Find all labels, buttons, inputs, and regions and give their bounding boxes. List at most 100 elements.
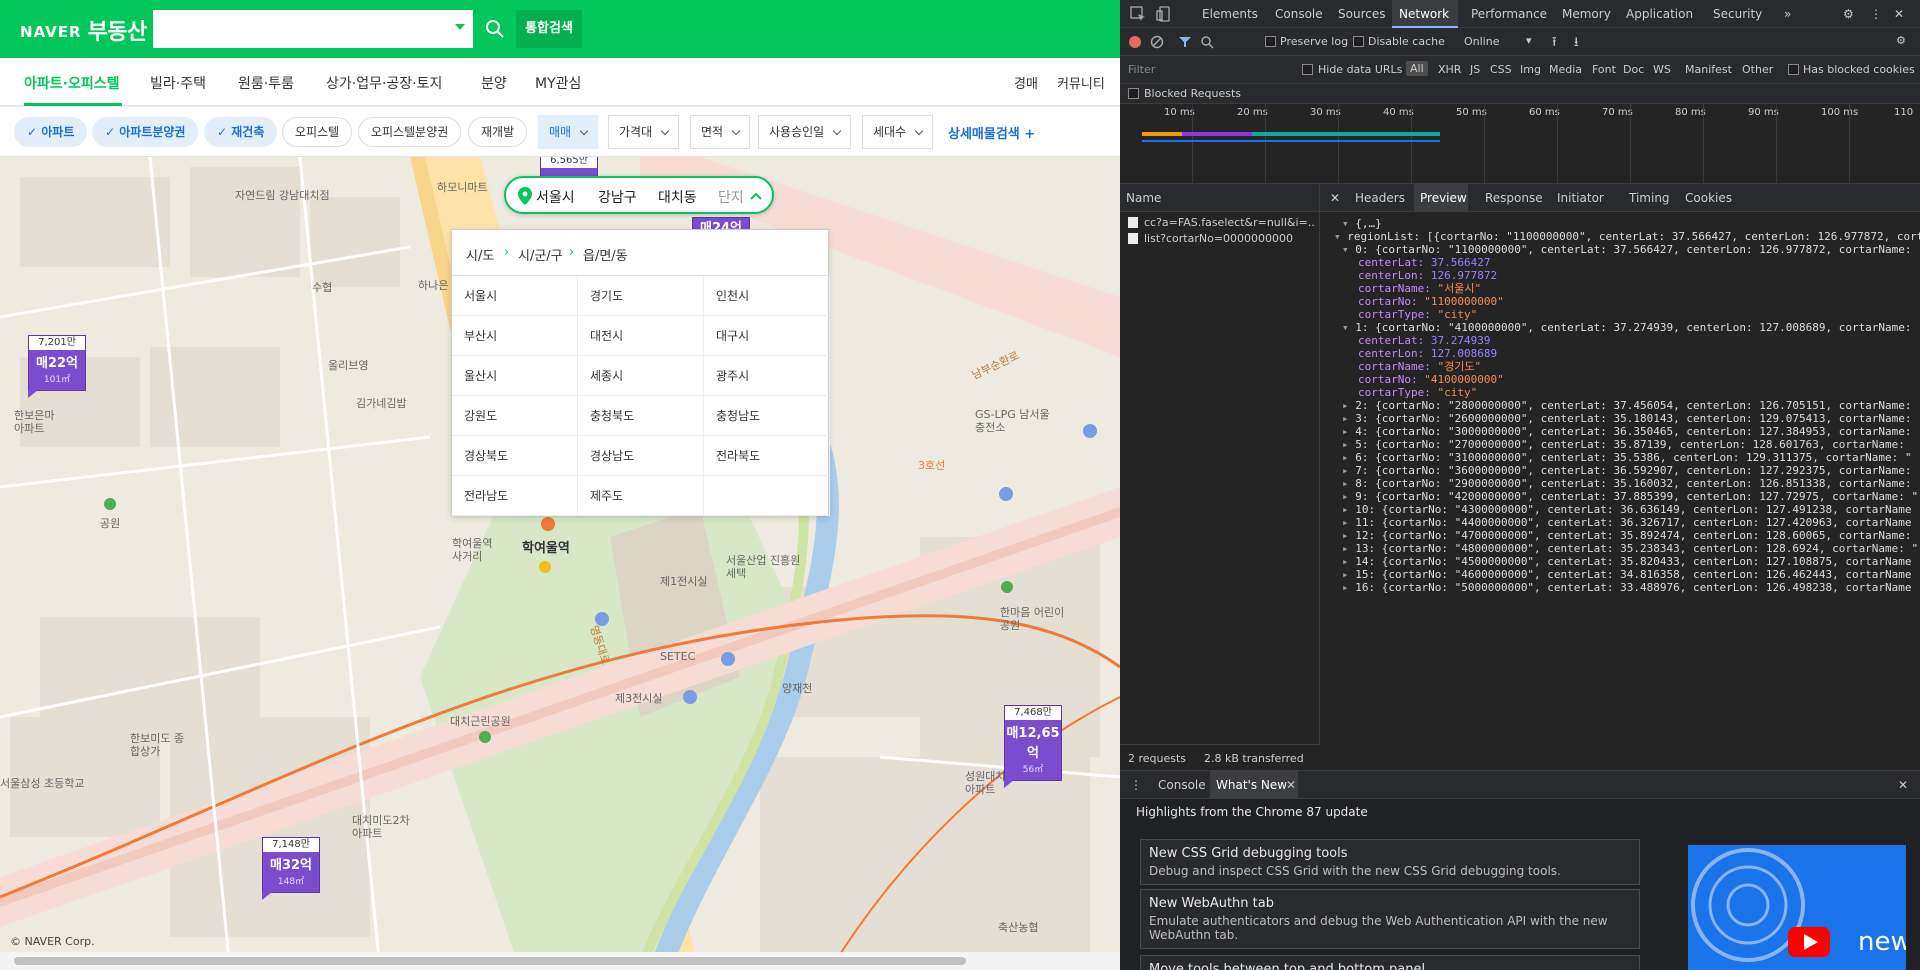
detail-tab-response[interactable]: Response xyxy=(1485,191,1543,205)
devtools-tab-performance[interactable]: Performance xyxy=(1471,7,1547,21)
region-option[interactable]: 충청남도 xyxy=(704,396,830,436)
hide-data-urls-checkbox[interactable] xyxy=(1302,64,1313,75)
price-marker-hanbo[interactable]: 7,201만 매22억 101㎡ xyxy=(28,335,86,398)
region-option[interactable]: 세종시 xyxy=(578,356,704,396)
dropdown-price[interactable]: 가격대 xyxy=(608,115,680,149)
record-icon[interactable] xyxy=(1128,35,1142,49)
category-villa[interactable]: 빌라·주택 xyxy=(150,73,206,93)
scrollbar-thumb[interactable] xyxy=(14,957,966,965)
price-marker-seongwon[interactable]: 7,468만 매12,65억 56㎡ xyxy=(1004,705,1062,788)
region-option[interactable]: 경상북도 xyxy=(452,436,578,476)
devtools-tab-application[interactable]: Application xyxy=(1626,7,1693,21)
close-devtools-icon[interactable]: ✕ xyxy=(1894,7,1904,21)
region-option[interactable]: 울산시 xyxy=(452,356,578,396)
whats-new-card-move-tools[interactable]: Move tools between top and bottom panel xyxy=(1140,955,1640,970)
filter-type-css[interactable]: CSS xyxy=(1490,63,1512,76)
region-tab-province[interactable]: 시/도 xyxy=(466,245,494,264)
region-option[interactable]: 부산시 xyxy=(452,316,578,356)
breadcrumb-city[interactable]: 서울시 xyxy=(536,187,575,207)
region-option[interactable]: 전라북도 xyxy=(704,436,830,476)
category-apartment[interactable]: 아파트·오피스텔 xyxy=(24,73,119,93)
integrated-search-button[interactable]: 통합검색 xyxy=(516,10,582,48)
devtools-tab-console[interactable]: Console xyxy=(1275,7,1323,21)
region-option[interactable]: 충청북도 xyxy=(578,396,704,436)
chip-officetel-presale[interactable]: 오피스텔분양권 xyxy=(358,117,462,147)
region-option[interactable]: 대구시 xyxy=(704,316,830,356)
detail-tab-timing[interactable]: Timing xyxy=(1629,191,1670,205)
filter-type-img[interactable]: Img xyxy=(1520,63,1541,76)
dropdown-trade-type[interactable]: 매매 xyxy=(538,115,599,149)
filter-input[interactable]: Filter xyxy=(1128,63,1278,76)
filter-type-ws[interactable]: WS xyxy=(1653,63,1671,76)
drawer-menu-icon[interactable]: ⋮ xyxy=(1130,778,1142,792)
disable-cache-checkbox[interactable] xyxy=(1353,36,1364,47)
drawer-tab-whats-new[interactable]: What's New xyxy=(1216,778,1287,792)
search-scope-dropdown-icon[interactable] xyxy=(455,24,465,30)
device-toolbar-icon[interactable] xyxy=(1156,6,1172,22)
advanced-search-link[interactable]: 상세매물검색 + xyxy=(948,123,1035,142)
chip-officetel[interactable]: 오피스텔 xyxy=(282,117,353,147)
preserve-log-checkbox[interactable] xyxy=(1265,36,1276,47)
search-icon[interactable] xyxy=(1200,35,1214,49)
category-oneroom[interactable]: 원룸·투룸 xyxy=(238,73,294,93)
filter-icon[interactable] xyxy=(1178,35,1192,49)
filter-type-manifest[interactable]: Manifest xyxy=(1685,63,1732,76)
whats-new-card-grid[interactable]: New CSS Grid debugging tools Debug and i… xyxy=(1140,839,1640,885)
whats-new-card-webauthn[interactable]: New WebAuthn tab Emulate authenticators … xyxy=(1140,889,1640,949)
region-option[interactable]: 제주도 xyxy=(578,476,704,516)
search-button[interactable] xyxy=(475,10,513,48)
devtools-tab-memory[interactable]: Memory xyxy=(1562,7,1611,21)
drawer-tab-console[interactable]: Console xyxy=(1158,778,1206,792)
devtools-tab-security[interactable]: Security xyxy=(1713,7,1762,21)
filter-type-js[interactable]: JS xyxy=(1470,63,1480,76)
dropdown-approval-date[interactable]: 사용승인일 xyxy=(758,115,852,149)
filter-type-other[interactable]: Other xyxy=(1742,63,1773,76)
detail-tab-cookies[interactable]: Cookies xyxy=(1685,191,1732,205)
close-detail-icon[interactable]: ✕ xyxy=(1330,191,1340,205)
region-option[interactable]: 전라남도 xyxy=(452,476,578,516)
chip-apartment-presale[interactable]: 아파트분양권 xyxy=(92,117,199,147)
dropdown-households[interactable]: 세대수 xyxy=(862,115,934,149)
region-tab-city[interactable]: 시/군/구 xyxy=(518,245,563,264)
region-option[interactable]: 대전시 xyxy=(578,316,704,356)
region-option[interactable]: 강원도 xyxy=(452,396,578,436)
breadcrumb-dong[interactable]: 대치동 xyxy=(658,187,697,207)
devtools-tab-sources[interactable]: Sources xyxy=(1338,7,1385,21)
inspect-element-icon[interactable] xyxy=(1130,6,1146,22)
devtools-tab-elements[interactable]: Elements xyxy=(1202,7,1258,21)
filter-type-all[interactable]: All xyxy=(1406,61,1428,76)
category-presale[interactable]: 분양 xyxy=(481,73,507,93)
detail-tab-initiator[interactable]: Initiator xyxy=(1557,191,1604,205)
more-tabs-icon[interactable]: » xyxy=(1784,7,1791,21)
region-breadcrumb[interactable]: 서울시 강남구 대치동 단지 xyxy=(504,176,774,214)
expand-triangle-icon[interactable]: ▾ xyxy=(1342,321,1355,334)
detail-tab-headers[interactable]: Headers xyxy=(1355,191,1405,205)
json-line[interactable]: ▸ 16: {cortarNo: "5000000000", centerLat… xyxy=(1342,580,1912,596)
blocked-requests-checkbox[interactable] xyxy=(1128,88,1139,99)
request-row[interactable]: cc?a=FAS.faselect&r=null&i=... xyxy=(1120,215,1319,231)
region-tab-town[interactable]: 읍/면/동 xyxy=(583,245,628,264)
filter-type-doc[interactable]: Doc xyxy=(1623,63,1644,76)
whats-new-video-thumbnail[interactable]: new xyxy=(1688,845,1906,970)
region-option[interactable]: 서울시 xyxy=(452,276,578,316)
chevron-up-icon[interactable] xyxy=(750,191,762,201)
settings-icon[interactable]: ⚙ xyxy=(1843,7,1854,21)
close-tab-icon[interactable]: ✕ xyxy=(1286,778,1296,792)
close-drawer-icon[interactable]: ✕ xyxy=(1898,778,1908,792)
search-input[interactable] xyxy=(153,10,473,48)
breadcrumb-district[interactable]: 강남구 xyxy=(598,187,637,207)
throttle-select[interactable]: Online xyxy=(1464,35,1499,48)
network-settings-icon[interactable]: ⚙ xyxy=(1896,34,1906,47)
devtools-tab-network[interactable]: Network xyxy=(1399,7,1449,21)
chevron-down-icon[interactable]: ▾ xyxy=(1526,34,1532,47)
clear-icon[interactable] xyxy=(1150,35,1164,49)
chip-apartment[interactable]: 아파트 xyxy=(14,117,88,147)
upload-icon[interactable]: ⭱ xyxy=(1552,33,1557,55)
has-blocked-cookies-checkbox[interactable] xyxy=(1788,64,1799,75)
dropdown-area[interactable]: 면적 xyxy=(690,115,751,149)
collapsed-triangle-icon[interactable]: ▸ xyxy=(1342,581,1355,594)
price-marker-mido[interactable]: 7,148만 매32억 148㎡ xyxy=(262,837,320,900)
filter-type-xhr[interactable]: XHR xyxy=(1438,63,1461,76)
chip-reconstruction[interactable]: 재건축 xyxy=(204,117,278,147)
expand-triangle-icon[interactable]: ▾ xyxy=(1342,243,1355,256)
